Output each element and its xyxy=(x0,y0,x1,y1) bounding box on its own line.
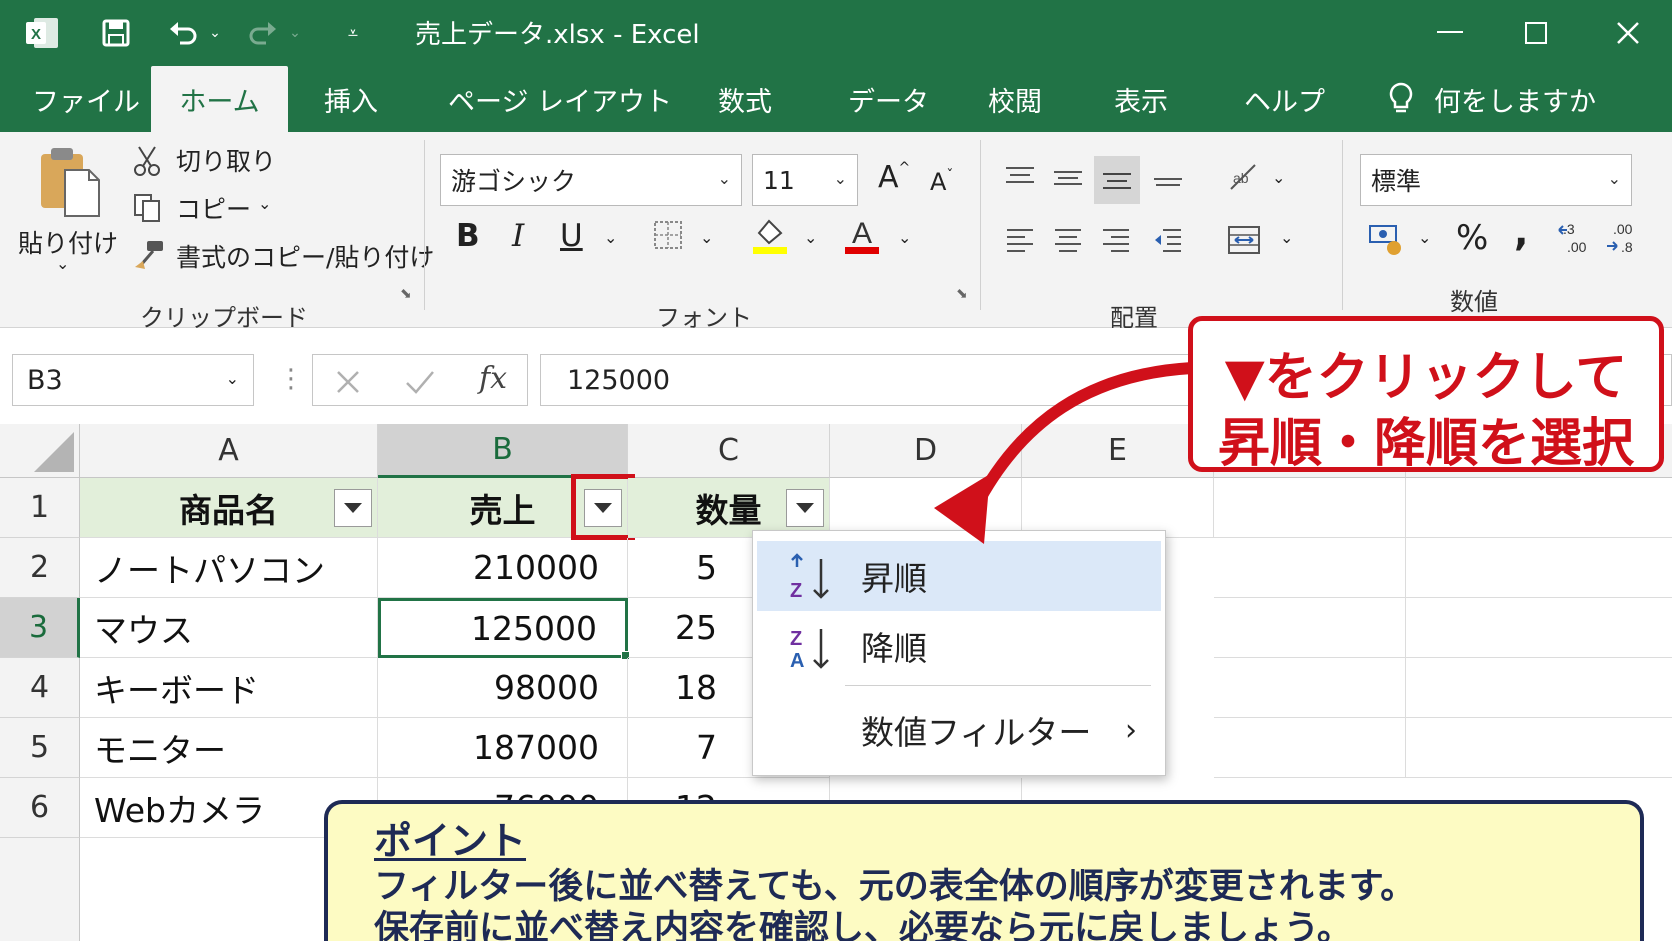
tip-line-2: 保存前に並べ替え内容を確認し、必要なら元に戻しましょう。 xyxy=(374,909,1352,941)
tip-title: ポイント xyxy=(374,819,527,863)
instruction-callout: ▼をクリックして 昇順・降順を選択 xyxy=(1188,316,1664,474)
callout-line-1: ▼をクリックして xyxy=(1224,348,1628,408)
tip-box: ポイント フィルター後に並べ替えても、元の表全体の順序が変更されます。 保存前に… xyxy=(324,800,1644,941)
callout-line-2: 昇順・降順を選択 xyxy=(1217,414,1634,474)
